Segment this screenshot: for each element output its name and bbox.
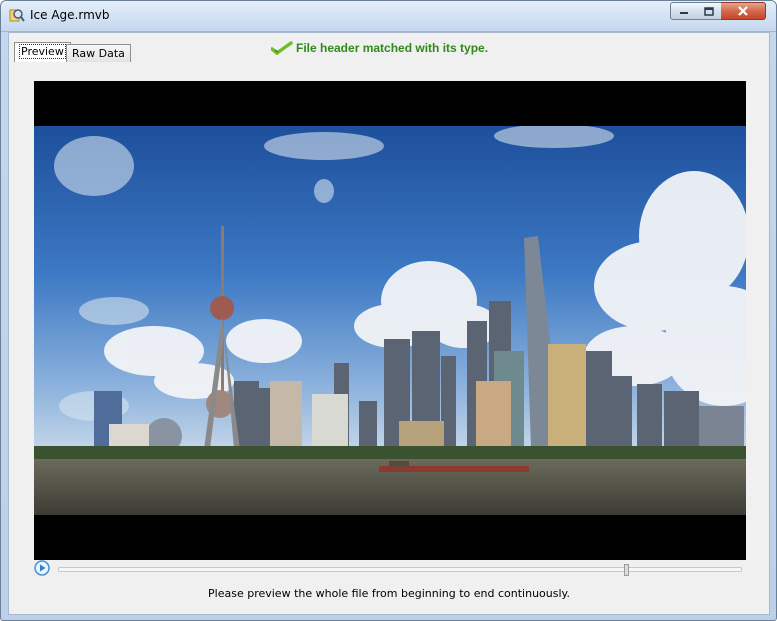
maximize-icon: [703, 6, 714, 16]
title-bar[interactable]: Ice Age.rmvb: [1, 1, 776, 32]
minimize-button[interactable]: [670, 2, 697, 20]
hint-text: Please preview the whole file from begin…: [208, 587, 570, 600]
seek-slider[interactable]: [58, 567, 742, 572]
seek-slider-thumb[interactable]: [624, 564, 629, 576]
app-window: Ice Age.rmvb Preview Raw Data File heade…: [0, 0, 777, 621]
window-title: Ice Age.rmvb: [30, 8, 110, 22]
tab-raw-data-label: Raw Data: [72, 47, 125, 60]
minimize-icon: [679, 12, 688, 14]
maximize-button[interactable]: [696, 2, 722, 20]
magnifier-icon: [9, 9, 25, 22]
play-icon[interactable]: [34, 560, 50, 576]
video-preview: [34, 81, 746, 560]
status-message: File header matched with its type.: [271, 41, 488, 55]
tab-preview[interactable]: Preview: [14, 42, 71, 62]
tab-preview-label: Preview: [19, 44, 66, 59]
checkmark-icon: [271, 41, 293, 55]
status-text: File header matched with its type.: [296, 41, 489, 55]
playback-bar: [34, 560, 746, 578]
close-button[interactable]: [721, 2, 766, 20]
close-icon: [738, 6, 748, 16]
video-frame-image: [34, 126, 746, 515]
client-area: Preview Raw Data File header matched wit…: [8, 32, 770, 615]
tab-raw-data[interactable]: Raw Data: [66, 44, 131, 62]
